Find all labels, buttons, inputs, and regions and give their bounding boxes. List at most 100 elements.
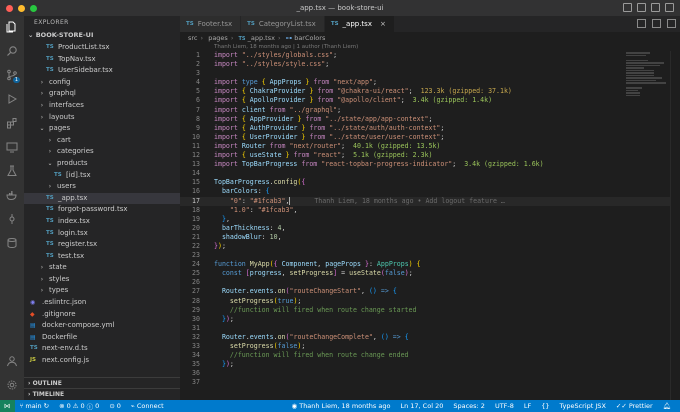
code-line[interactable]: 2 import "../styles/style.css";	[180, 60, 680, 69]
code-line[interactable]: 20 barThickness: 4,	[180, 224, 680, 233]
ports-indicator[interactable]: ⊙ 0	[104, 402, 126, 410]
tree-file[interactable]: TS index.tsx	[24, 216, 180, 228]
extensions-icon[interactable]	[4, 116, 20, 130]
codelens-blame[interactable]: Thanh Liem, 18 months ago | 1 author (Th…	[214, 44, 358, 50]
tree-file[interactable]: TS _app.tsx	[24, 192, 180, 205]
notifications-bell-icon[interactable]: 🔔︎	[658, 402, 676, 410]
docker-icon[interactable]	[4, 188, 20, 202]
tree-file[interactable]: TS forgot-password.tsx	[24, 204, 180, 216]
tree-folder[interactable]: ⌄ pages	[24, 123, 180, 135]
git-blame-status[interactable]: ◉ Thanh Liem, 18 months ago	[287, 402, 396, 410]
encoding[interactable]: UTF-8	[490, 402, 519, 410]
tab-footer[interactable]: TS Footer.tsx	[180, 16, 242, 32]
breadcrumb-file[interactable]: _app.tsx	[248, 34, 275, 42]
tree-folder[interactable]: ⌄ products	[24, 158, 180, 170]
tree-file[interactable]: TS login.tsx	[24, 228, 180, 240]
branch-indicator[interactable]: ⑂ main ↻	[15, 402, 55, 410]
timeline-section[interactable]: › TIMELINE	[24, 388, 180, 399]
code-line[interactable]: 31	[180, 324, 680, 333]
problems-indicator[interactable]: ⊗ 0 ⚠ 0 ⓘ 0	[54, 401, 104, 411]
minimap[interactable]	[626, 51, 666, 171]
connect-button[interactable]: ⌁ Connect	[126, 402, 169, 410]
tree-file[interactable]: JS next.config.js	[24, 355, 180, 367]
code-line[interactable]: 5 import { ChakraProvider } from "@chakra…	[180, 87, 680, 96]
toggle-secondary-sidebar-icon[interactable]	[651, 3, 660, 12]
code-line[interactable]: 37	[180, 378, 680, 387]
cursor-position[interactable]: Ln 17, Col 20	[395, 402, 448, 410]
tree-folder[interactable]: › config	[24, 77, 180, 89]
code-line[interactable]: 34 //function will fired when route chan…	[180, 351, 680, 360]
code-line[interactable]: 9 import { AuthProvider } from "../state/…	[180, 124, 680, 133]
code-line[interactable]: 19 },	[180, 215, 680, 224]
remote-indicator[interactable]: ⋈	[0, 400, 15, 412]
tree-folder[interactable]: › cart	[24, 135, 180, 147]
code-line[interactable]: 7 import client from "../graphql";	[180, 106, 680, 115]
language-mode[interactable]: TypeScript JSX	[555, 402, 611, 410]
tree-file[interactable]: ▤ Dockerfile	[24, 332, 180, 344]
tree-file[interactable]: TS UserSidebar.tsx	[24, 65, 180, 77]
breadcrumb-pages[interactable]: pages	[208, 34, 228, 42]
tree-file[interactable]: TS TopNav.tsx	[24, 54, 180, 66]
breadcrumb-src[interactable]: src	[188, 34, 198, 42]
code-line[interactable]: 29 //function will fired when route chan…	[180, 306, 680, 315]
code-line[interactable]: 13 import TopBarProgress from "react-topb…	[180, 160, 680, 169]
tree-file[interactable]: ◉ .eslintrc.json	[24, 297, 180, 309]
code-line[interactable]: 35 });	[180, 360, 680, 369]
tree-file[interactable]: TS [id].tsx	[24, 170, 180, 182]
tree-file[interactable]: ◆ .gitignore	[24, 309, 180, 321]
code-line[interactable]: 12 import { useState } from "react"; 5.1k…	[180, 151, 680, 160]
tree-folder[interactable]: › graphql	[24, 88, 180, 100]
code-line[interactable]: 16 barColors: {	[180, 187, 680, 196]
tree-folder[interactable]: › layouts	[24, 112, 180, 124]
tab-app[interactable]: TS _app.tsx ×	[324, 16, 395, 32]
code-line[interactable]: 33 setProgress(false);	[180, 342, 680, 351]
code-line[interactable]: 23	[180, 251, 680, 260]
compare-changes-icon[interactable]	[637, 19, 646, 28]
code-line[interactable]: 26	[180, 278, 680, 287]
code-line[interactable]: 30 });	[180, 315, 680, 324]
language-braces[interactable]: {}	[536, 402, 554, 410]
sync-icon[interactable]: ↻	[44, 402, 49, 410]
code-line[interactable]: 21 shadowBlur: 10,	[180, 233, 680, 242]
database-icon[interactable]	[4, 236, 20, 250]
split-editor-icon[interactable]	[652, 19, 661, 28]
tree-folder[interactable]: › state	[24, 262, 180, 274]
settings-gear-icon[interactable]	[4, 378, 20, 392]
more-actions-icon[interactable]	[667, 19, 676, 28]
customize-layout-icon[interactable]	[665, 3, 674, 12]
tree-file[interactable]: TS test.tsx	[24, 251, 180, 263]
code-line[interactable]: 3	[180, 69, 680, 78]
code-line[interactable]: 28 setProgress(true);	[180, 297, 680, 306]
gitlens-icon[interactable]	[4, 212, 20, 226]
code-line[interactable]: 17 "0": "#1fcab3", Thanh Liem, 18 months…	[180, 196, 680, 206]
code-line[interactable]: 11 import Router from "next/router"; 40.1…	[180, 142, 680, 151]
tree-file[interactable]: ▤ docker-compose.yml	[24, 320, 180, 332]
code-line[interactable]: 1 import "../styles/globals.css";	[180, 51, 680, 60]
testing-icon[interactable]	[4, 164, 20, 178]
tree-folder[interactable]: › categories	[24, 146, 180, 158]
tree-file[interactable]: TS register.tsx	[24, 239, 180, 251]
code-line[interactable]: 18 "1.0": "#1fcab3",	[180, 206, 680, 215]
source-control-icon[interactable]: 1	[4, 68, 20, 83]
toggle-sidebar-icon[interactable]	[623, 3, 632, 12]
tree-file[interactable]: TS next-env.d.ts	[24, 343, 180, 355]
account-icon[interactable]	[4, 354, 20, 368]
tree-folder[interactable]: › types	[24, 285, 180, 297]
code-line[interactable]: 15 TopBarProgress.config({	[180, 178, 680, 187]
code-line[interactable]: 8 import { AppProvider } from "../state/a…	[180, 115, 680, 124]
code-line[interactable]: 4 import type { AppProps } from "next/app…	[180, 78, 680, 87]
end-of-line[interactable]: LF	[519, 402, 536, 410]
code-line[interactable]: 22});	[180, 242, 680, 251]
code-line[interactable]: 10 import { UserProvider } from "../state…	[180, 133, 680, 142]
code-line[interactable]: 27 Router.events.on("routeChangeStart", …	[180, 287, 680, 296]
workspace-root[interactable]: ⌄ BOOK-STORE-UI	[24, 30, 180, 41]
code-line[interactable]: 25 const [progress, setProgress] = useSt…	[180, 269, 680, 278]
code-line[interactable]: 6 import { ApolloProvider } from "@apollo…	[180, 96, 680, 105]
code-line[interactable]: 32 Router.events.on("routeChangeComplete…	[180, 333, 680, 342]
tab-category-list[interactable]: TS CategoryList.tsx	[241, 16, 325, 32]
code-line[interactable]: 24 function MyApp({ Component, pageProps …	[180, 260, 680, 269]
code-line[interactable]: 14	[180, 169, 680, 178]
tree-folder[interactable]: › interfaces	[24, 100, 180, 112]
close-tab-icon[interactable]: ×	[380, 20, 386, 28]
outline-section[interactable]: › OUTLINE	[24, 377, 180, 388]
